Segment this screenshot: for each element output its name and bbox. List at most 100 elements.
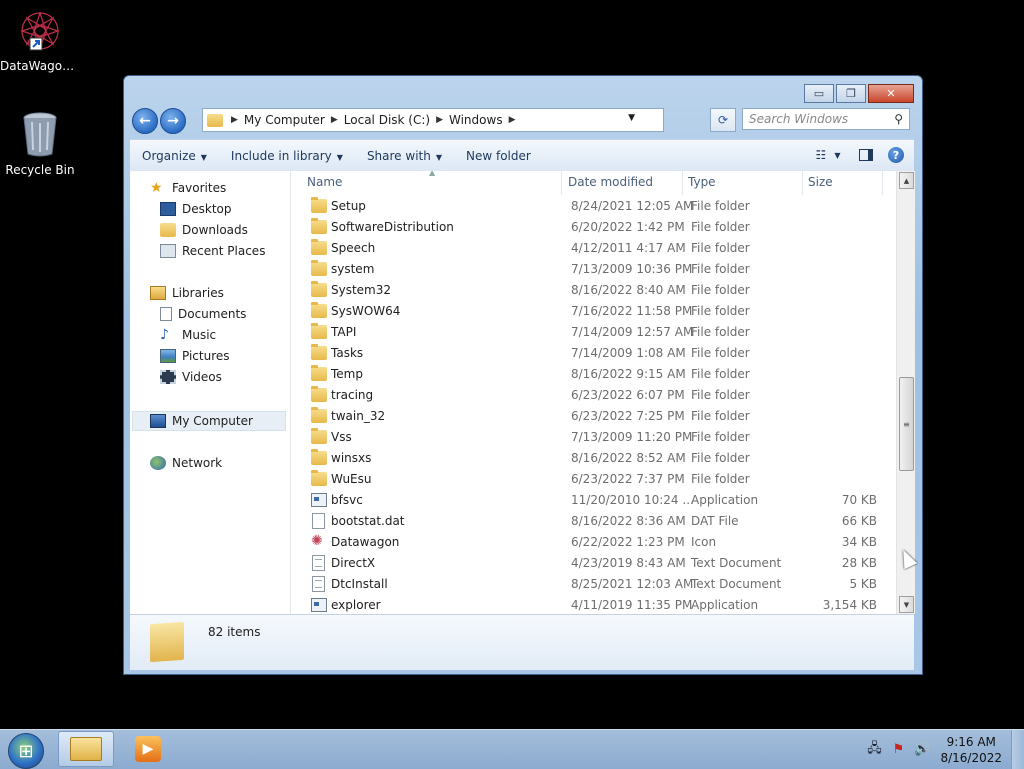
- file-type: Text Document: [691, 556, 782, 570]
- desktop-icon-datawagon[interactable]: DataWagon...: [0, 8, 80, 73]
- taskbar-media-player-button[interactable]: ▶: [120, 731, 176, 767]
- media-player-icon: ▶: [135, 736, 161, 762]
- file-row[interactable]: Speech 4/12/2011 4:17 AM File folder: [293, 238, 896, 259]
- clock[interactable]: 9:16 AM 8/16/2022: [940, 734, 1002, 766]
- file-row[interactable]: ✺ Datawagon 6/22/2022 1:23 PM Icon 34 KB: [293, 532, 896, 553]
- address-dropdown-icon[interactable]: ▼: [628, 113, 635, 123]
- network-tray-icon[interactable]: 🖧: [866, 741, 882, 758]
- file-name: winsxs: [331, 451, 372, 465]
- file-date: 7/14/2009 12:57 AM: [571, 325, 694, 339]
- search-icon[interactable]: ⚲: [894, 112, 903, 126]
- folder-icon: [311, 428, 327, 444]
- file-row[interactable]: SysWOW64 7/16/2022 11:58 PM File folder: [293, 301, 896, 322]
- nav-desktop[interactable]: Desktop: [160, 199, 232, 219]
- nav-downloads[interactable]: Downloads: [160, 220, 248, 240]
- file-type: File folder: [691, 430, 750, 444]
- maximize-button[interactable]: ❐: [836, 84, 866, 103]
- file-row[interactable]: Setup 8/24/2021 12:05 AM File folder: [293, 196, 896, 217]
- column-header-type[interactable]: Type: [688, 175, 716, 189]
- music-icon: ♪: [160, 327, 169, 343]
- preview-pane-button[interactable]: [854, 144, 878, 166]
- close-button[interactable]: ✕: [868, 84, 914, 103]
- file-row[interactable]: System32 8/16/2022 8:40 AM File folder: [293, 280, 896, 301]
- pictures-icon: [160, 349, 176, 363]
- nav-recent-places[interactable]: Recent Places: [160, 241, 265, 261]
- nav-favorites[interactable]: ★ Favorites: [150, 178, 226, 198]
- scroll-thumb[interactable]: ≡: [899, 377, 914, 471]
- breadcrumb-separator-icon[interactable]: ▶: [509, 115, 516, 125]
- show-desktop-button[interactable]: [1011, 730, 1024, 769]
- breadcrumb-separator-icon[interactable]: ▶: [231, 115, 238, 125]
- file-row[interactable]: twain_32 6/23/2022 7:25 PM File folder: [293, 406, 896, 427]
- nav-my-computer[interactable]: My Computer: [150, 411, 253, 431]
- column-divider[interactable]: [682, 171, 683, 195]
- file-type: File folder: [691, 325, 750, 339]
- file-row[interactable]: DtcInstall 8/25/2021 12:03 AM Text Documen…: [293, 574, 896, 595]
- file-name: Setup: [331, 199, 366, 213]
- windows-logo-icon: ⊞: [18, 740, 34, 762]
- breadcrumb-my-computer[interactable]: My Computer: [238, 113, 331, 127]
- action-center-flag-icon[interactable]: ⚑: [890, 742, 906, 758]
- nav-documents[interactable]: Documents: [160, 304, 246, 324]
- column-header-date[interactable]: Date modified: [568, 175, 653, 189]
- search-placeholder: Search Windows: [749, 112, 849, 126]
- start-button[interactable]: ⊞: [8, 733, 44, 769]
- forward-arrow-icon: →: [167, 113, 179, 129]
- breadcrumb-separator-icon[interactable]: ▶: [436, 115, 443, 125]
- column-header-size[interactable]: Size: [808, 175, 833, 189]
- scroll-down-button[interactable]: ▼: [899, 596, 914, 613]
- search-input[interactable]: Search Windows ⚲: [742, 108, 910, 130]
- file-date: 8/25/2021 12:03 AM: [571, 577, 694, 591]
- file-row[interactable]: bfsvc 11/20/2010 10:24 ... Application 70 K…: [293, 490, 896, 511]
- file-row[interactable]: bootstat.dat 8/16/2022 8:36 AM DAT File 66 …: [293, 511, 896, 532]
- file-row[interactable]: system 7/13/2009 10:36 PM File folder: [293, 259, 896, 280]
- desktop-icon-recycle-bin[interactable]: Recycle Bin: [0, 110, 80, 177]
- file-date: 6/23/2022 7:25 PM: [571, 409, 685, 423]
- file-row[interactable]: WuEsu 6/23/2022 7:37 PM File folder: [293, 469, 896, 490]
- change-view-button[interactable]: ☷ ▼: [816, 144, 841, 166]
- nav-libraries[interactable]: Libraries: [150, 283, 224, 303]
- refresh-button[interactable]: ⟳: [710, 108, 736, 132]
- scroll-down-icon: ▼: [903, 600, 910, 609]
- file-row[interactable]: tracing 6/23/2022 6:07 PM File folder: [293, 385, 896, 406]
- address-bar[interactable]: ▶ My Computer ▶ Local Disk (C:) ▶ Window…: [202, 108, 664, 132]
- forward-button[interactable]: →: [160, 108, 186, 134]
- include-in-library-button[interactable]: Include in library ▼: [219, 149, 355, 163]
- breadcrumb-separator-icon[interactable]: ▶: [331, 115, 338, 125]
- taskbar: ⊞ ▶ 🖧 ⚑ 🔊 9:16 AM 8/16/2022: [0, 729, 1024, 769]
- file-type: DAT File: [691, 514, 739, 528]
- file-row[interactable]: explorer 4/11/2019 11:35 PM Application 3,1…: [293, 595, 896, 614]
- column-header-name[interactable]: Name: [307, 175, 342, 189]
- help-button[interactable]: ?: [884, 144, 908, 166]
- file-date: 6/22/2022 1:23 PM: [571, 535, 685, 549]
- nav-music[interactable]: ♪ Music: [160, 325, 216, 345]
- file-row[interactable]: Tasks 7/14/2009 1:08 AM File folder: [293, 343, 896, 364]
- nav-network[interactable]: Network: [150, 453, 222, 473]
- nav-label: Documents: [178, 307, 247, 321]
- column-divider[interactable]: [561, 171, 562, 195]
- file-row[interactable]: TAPI 7/14/2009 12:57 AM File folder: [293, 322, 896, 343]
- file-row[interactable]: Temp 8/16/2022 9:15 AM File folder: [293, 364, 896, 385]
- file-row[interactable]: DirectX 4/23/2019 8:43 AM Text Document 28 …: [293, 553, 896, 574]
- nav-pictures[interactable]: Pictures: [160, 346, 230, 366]
- new-folder-button[interactable]: New folder: [454, 149, 543, 163]
- file-row[interactable]: SoftwareDistribution 6/20/2022 1:42 PM Fil…: [293, 217, 896, 238]
- file-name: TAPI: [331, 325, 357, 339]
- file-row[interactable]: Vss 7/13/2009 11:20 PM File folder: [293, 427, 896, 448]
- nav-label: Videos: [182, 370, 222, 384]
- column-divider[interactable]: [802, 171, 803, 195]
- file-row[interactable]: winsxs 8/16/2022 8:52 AM File folder: [293, 448, 896, 469]
- share-with-button[interactable]: Share with ▼: [355, 149, 454, 163]
- breadcrumb-local-disk[interactable]: Local Disk (C:): [338, 113, 436, 127]
- explorer-icon: [70, 737, 102, 761]
- minimize-button[interactable]: ▭: [804, 84, 834, 103]
- taskbar-explorer-button[interactable]: [58, 731, 114, 767]
- back-button[interactable]: ←: [132, 108, 158, 134]
- breadcrumb-windows[interactable]: Windows: [443, 113, 509, 127]
- column-divider[interactable]: [882, 171, 883, 195]
- nav-videos[interactable]: Videos: [160, 367, 222, 387]
- grip-icon: ≡: [903, 419, 910, 429]
- scroll-up-button[interactable]: ▲: [899, 172, 914, 189]
- organize-button[interactable]: Organize ▼: [130, 149, 219, 163]
- volume-icon[interactable]: 🔊: [914, 742, 930, 758]
